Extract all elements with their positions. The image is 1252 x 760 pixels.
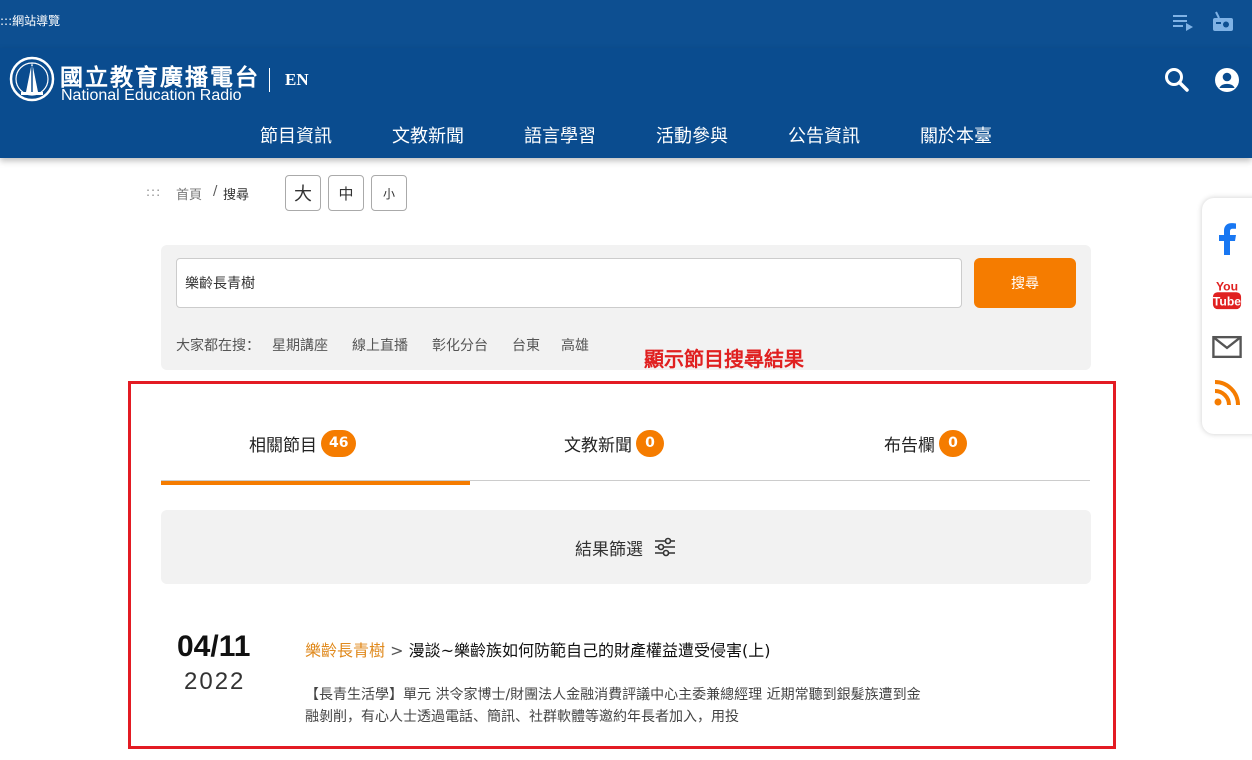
nav-activities[interactable]: 活動參與 xyxy=(656,122,728,148)
count-badge: 0 xyxy=(939,430,967,457)
user-icon[interactable] xyxy=(1213,66,1241,94)
breadcrumb-current: 搜尋 xyxy=(223,188,250,203)
nav-announcements[interactable]: 公告資訊 xyxy=(788,122,860,148)
popular-search-link[interactable]: 台東 xyxy=(512,335,540,355)
result-title-separator: > xyxy=(385,641,409,660)
tab-education-news[interactable]: 文教新聞 0 xyxy=(564,430,664,457)
logo-divider xyxy=(269,68,270,92)
popular-search-link[interactable]: 彰化分台 xyxy=(432,335,488,355)
font-size-small-button[interactable]: 小 xyxy=(371,175,407,211)
result-description: 【長青生活學】單元 洪令家博士/財團法人金融消費評議中心主委兼總經理 近期常聽到… xyxy=(305,687,921,725)
nav-program-info[interactable]: 節目資訊 xyxy=(260,122,332,148)
tab-label: 文教新聞 xyxy=(564,436,632,456)
filter-label: 結果篩選 xyxy=(575,539,643,560)
popular-search-link[interactable]: 高雄 xyxy=(561,335,589,355)
popular-searches-label: 大家都在搜： xyxy=(176,338,260,354)
social-share-bar: You Tube xyxy=(1202,198,1252,434)
font-size-large-button[interactable]: 大 xyxy=(285,175,321,211)
breadcrumb-separator: / xyxy=(213,184,218,199)
english-language-link[interactable]: EN xyxy=(285,70,309,90)
nav-language-learning[interactable]: 語言學習 xyxy=(524,122,596,148)
annotation-label: 顯示節目搜尋結果 xyxy=(644,347,804,371)
main-nav: 節目資訊 文教新聞 語言學習 活動參與 公告資訊 關於本臺 xyxy=(0,122,1252,148)
sliders-icon xyxy=(655,537,675,557)
mail-icon[interactable] xyxy=(1212,332,1242,362)
popular-search-link[interactable]: 星期講座 xyxy=(272,335,328,355)
result-date: 04/11 xyxy=(177,630,251,663)
tab-related-programs[interactable]: 相關節目 46 xyxy=(249,430,357,457)
popular-search-link[interactable]: 線上直播 xyxy=(352,335,408,355)
tab-label: 相關節目 xyxy=(249,436,317,456)
radio-icon[interactable] xyxy=(1211,10,1235,34)
tab-bulletin-board[interactable]: 布告欄 0 xyxy=(884,430,967,457)
svg-text:You: You xyxy=(1216,279,1238,293)
nav-education-news[interactable]: 文教新聞 xyxy=(392,122,464,148)
result-year: 2022 xyxy=(184,668,246,695)
font-size-medium-button[interactable]: 中 xyxy=(328,175,364,211)
nav-about[interactable]: 關於本臺 xyxy=(920,122,992,148)
youtube-icon[interactable]: You Tube xyxy=(1212,279,1242,310)
svg-text:Tube: Tube xyxy=(1213,294,1241,308)
playlist-icon[interactable] xyxy=(1171,10,1195,34)
site-nav-link[interactable]: :::網站導覽 xyxy=(0,12,60,29)
search-input[interactable] xyxy=(176,258,962,308)
result-program-link[interactable]: 樂齡長青樹 xyxy=(305,641,385,660)
ner-logo-icon[interactable] xyxy=(9,56,55,102)
breadcrumb-anchor[interactable]: ::: xyxy=(146,185,161,199)
active-tab-indicator xyxy=(161,481,470,485)
facebook-icon[interactable] xyxy=(1212,223,1242,255)
result-title: 樂齡長青樹 > 漫談~樂齡族如何防範自己的財產權益遭受侵害(上) xyxy=(305,637,771,661)
tab-label: 布告欄 xyxy=(884,436,935,456)
count-badge: 0 xyxy=(636,430,664,457)
rss-icon[interactable] xyxy=(1212,378,1242,408)
count-badge: 46 xyxy=(321,430,357,457)
breadcrumb-home[interactable]: 首頁 xyxy=(176,184,202,203)
result-episode-link[interactable]: 漫談~樂齡族如何防範自己的財產權益遭受侵害(上) xyxy=(409,641,771,660)
result-filter-button[interactable]: 結果篩選 xyxy=(161,510,1091,584)
top-bar: :::網站導覽 xyxy=(0,0,1252,48)
logo-english-name[interactable]: National Education Radio xyxy=(61,87,242,105)
search-panel: 搜尋 大家都在搜： 星期講座 線上直播 彰化分台 台東 高雄 xyxy=(161,245,1091,370)
search-button[interactable]: 搜尋 xyxy=(974,258,1076,308)
site-header: 國立教育廣播電台 National Education Radio EN 節目資… xyxy=(0,48,1252,158)
search-icon[interactable] xyxy=(1163,66,1191,94)
